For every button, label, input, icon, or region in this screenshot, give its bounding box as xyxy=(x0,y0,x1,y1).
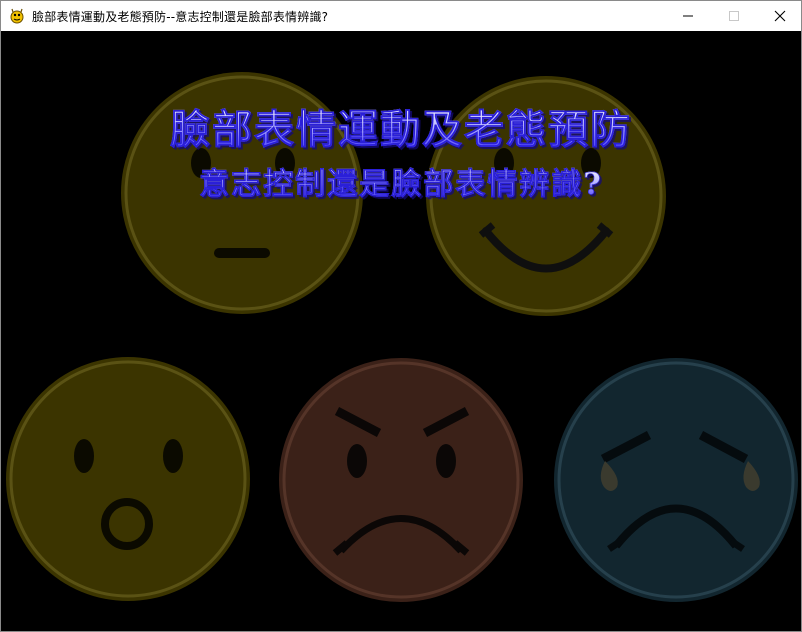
game-subtitle-text: 意志控制還是臉部表情辨識? xyxy=(199,167,603,203)
game-canvas[interactable]: 臉部表情運動及老態預防 意志控制還是臉部表情辨識? xyxy=(1,31,801,631)
window-title: 臉部表情運動及老態預防--意志控制還是臉部表情辨識? xyxy=(32,10,329,24)
app-window: 臉部表情運動及老態預防--意志控制還是臉部表情辨識? 臉部表情運動及老態預防 意… xyxy=(0,0,802,632)
minimize-button[interactable] xyxy=(665,1,711,31)
maximize-button[interactable] xyxy=(711,1,757,31)
angry-face[interactable] xyxy=(279,358,523,602)
pygame-snake-icon xyxy=(10,8,24,24)
game-title: 臉部表情運動及老態預防 xyxy=(1,97,801,155)
title-bar[interactable]: 臉部表情運動及老態預防--意志控制還是臉部表情辨識? xyxy=(1,1,801,31)
game-title-text: 臉部表情運動及老態預防 xyxy=(170,106,632,154)
sad-face[interactable] xyxy=(554,358,798,602)
surprised-face[interactable] xyxy=(6,357,250,601)
maximize-icon xyxy=(729,11,739,21)
game-subtitle: 意志控制還是臉部表情辨識? xyxy=(1,159,801,203)
minimize-icon xyxy=(683,15,693,17)
close-button[interactable] xyxy=(757,1,802,31)
close-icon xyxy=(774,10,786,22)
